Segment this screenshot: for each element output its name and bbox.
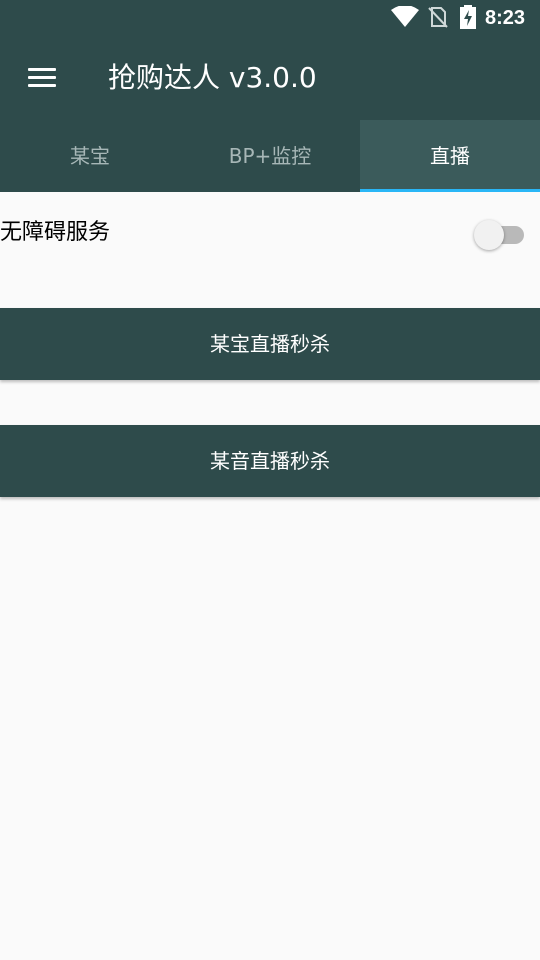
wifi-icon (391, 6, 419, 27)
tab-taobao[interactable]: 某宝 (0, 120, 180, 192)
accessibility-row: 无障碍服务 (0, 192, 540, 308)
accessibility-toggle[interactable] (474, 216, 524, 250)
no-sim-icon (428, 7, 448, 28)
tab-bp-monitor[interactable]: BP+监控 (180, 120, 360, 192)
tab-bar: 某宝 BP+监控 直播 (0, 120, 540, 192)
douyin-live-seckill-button[interactable]: 某音直播秒杀 (0, 425, 540, 497)
accessibility-label: 无障碍服务 (0, 220, 111, 245)
tab-live[interactable]: 直播 (360, 120, 540, 192)
app-title: 抢购达人 v3.0.0 (108, 61, 317, 94)
app-toolbar: 抢购达人 v3.0.0 (0, 36, 540, 120)
status-bar: 8:23 (0, 0, 540, 36)
battery-charging-icon (460, 5, 476, 29)
status-time: 8:23 (485, 7, 526, 29)
toggle-thumb (474, 220, 504, 250)
taobao-live-seckill-button[interactable]: 某宝直播秒杀 (0, 308, 540, 380)
hamburger-menu-icon[interactable] (22, 62, 62, 94)
